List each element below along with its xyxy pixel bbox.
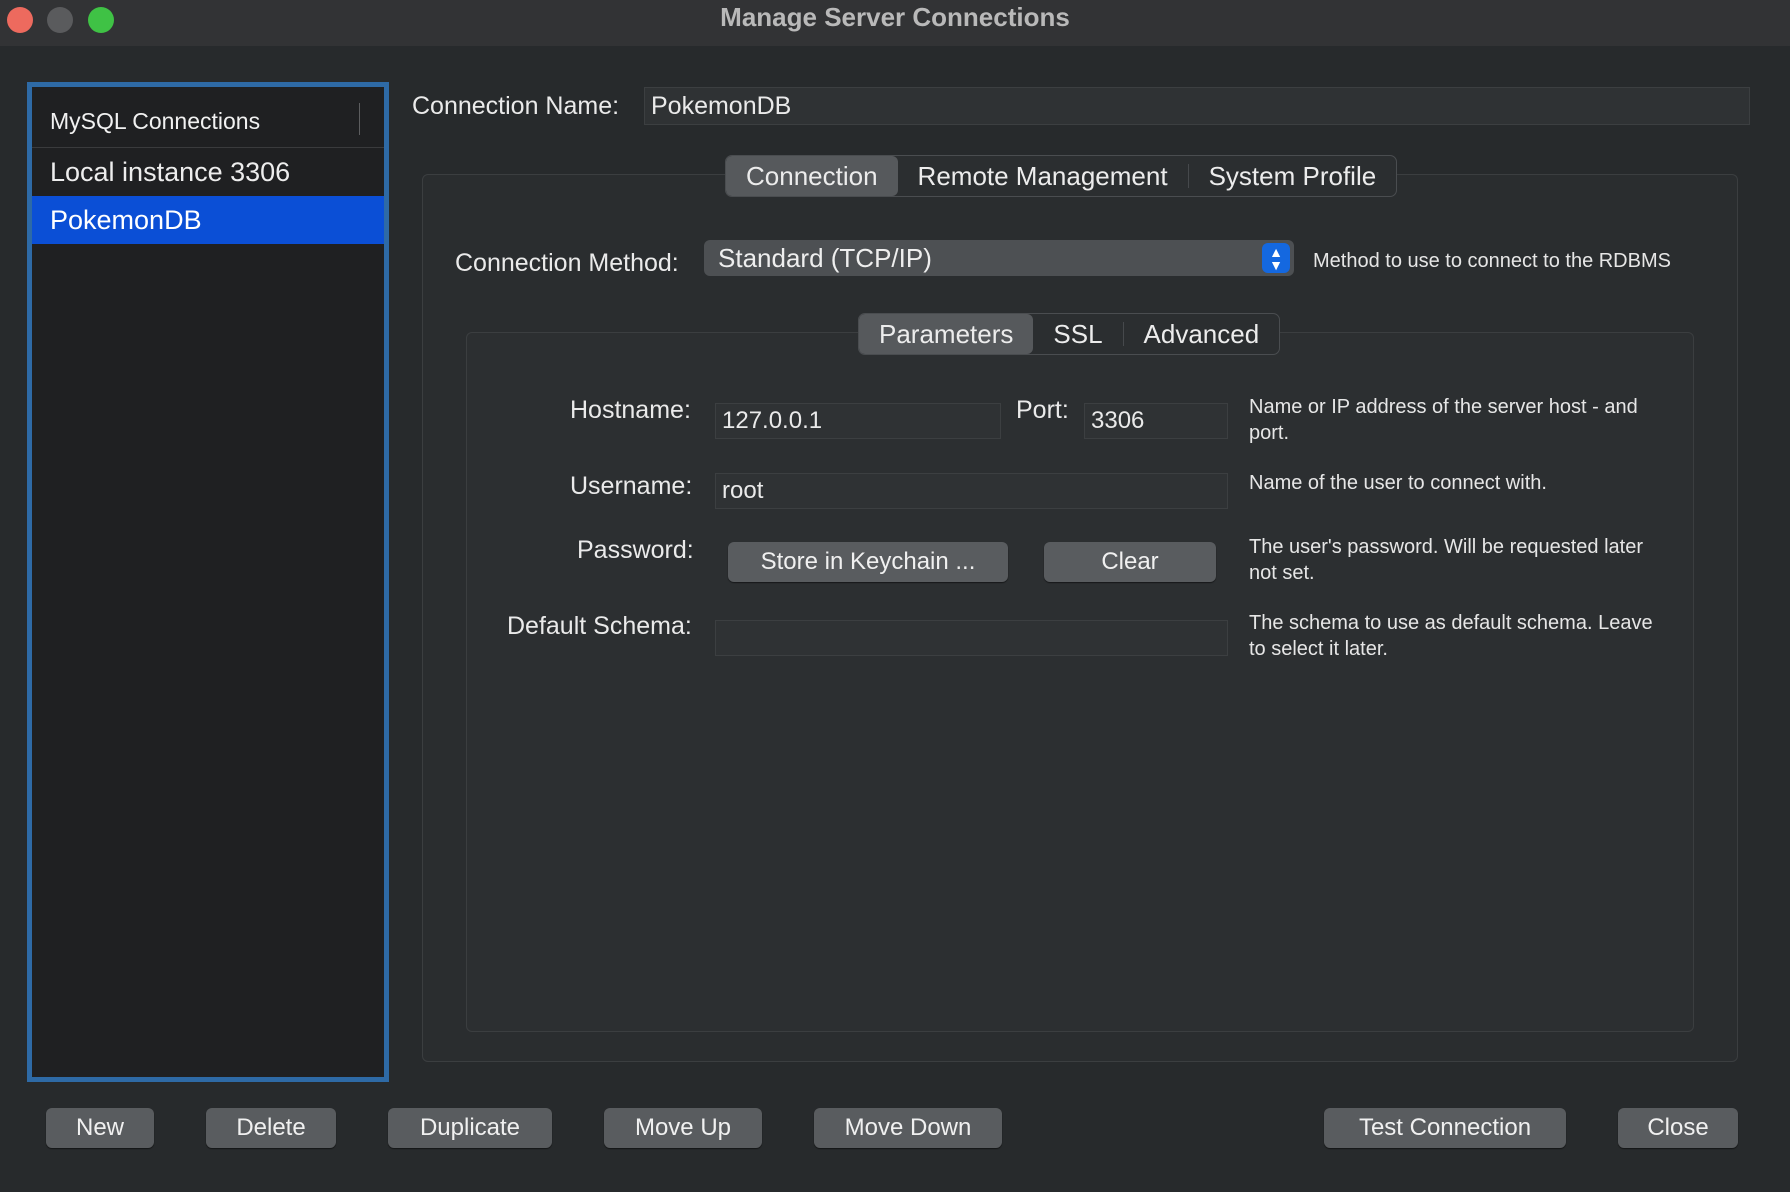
move-up-button[interactable]: Move Up xyxy=(604,1108,762,1148)
password-hint-line2: not set. xyxy=(1249,562,1315,584)
tab-advanced[interactable]: Advanced xyxy=(1124,314,1280,354)
connection-method-value: Standard (TCP/IP) xyxy=(718,243,932,273)
username-label: Username: xyxy=(570,472,693,500)
list-header-label: MySQL Connections xyxy=(50,108,261,134)
dialog-body: MySQL Connections Local instance 3306 Po… xyxy=(0,46,1790,1192)
list-header[interactable]: MySQL Connections xyxy=(32,87,384,148)
default-schema-hint-line1: The schema to use as default schema. Lea… xyxy=(1249,612,1653,634)
chevron-up-down-icon: ▲ ▼ xyxy=(1262,243,1290,273)
sub-tabs: Parameters SSL Advanced xyxy=(858,313,1281,355)
store-in-keychain-button[interactable]: Store in Keychain ... xyxy=(728,542,1008,582)
default-schema-hint-line2: to select it later. xyxy=(1249,638,1388,660)
hostname-hint-line2: port. xyxy=(1249,422,1290,444)
hostname-label: Hostname: xyxy=(570,396,691,424)
password-hint: The user's password. Will be requested l… xyxy=(1249,534,1643,586)
tab-parameters[interactable]: Parameters xyxy=(859,314,1034,354)
main-tabs: Connection Remote Management System Prof… xyxy=(725,155,1398,197)
username-input[interactable] xyxy=(715,473,1228,509)
connection-name-label: Connection Name: xyxy=(412,92,620,120)
tab-connection[interactable]: Connection xyxy=(726,156,898,196)
default-schema-input[interactable] xyxy=(715,620,1228,656)
port-label: Port: xyxy=(1016,396,1069,424)
hostname-hint-line1: Name or IP address of the server host - … xyxy=(1249,396,1638,418)
test-connection-button[interactable]: Test Connection xyxy=(1324,1108,1566,1148)
username-hint: Name of the user to connect with. xyxy=(1249,472,1547,494)
close-button[interactable]: Close xyxy=(1618,1108,1738,1148)
connection-name-input[interactable] xyxy=(644,87,1750,125)
connection-method-hint: Method to use to connect to the RDBMS xyxy=(1313,250,1671,272)
tab-ssl[interactable]: SSL xyxy=(1033,314,1122,354)
password-label: Password: xyxy=(577,536,694,564)
password-hint-line1: The user's password. Will be requested l… xyxy=(1249,536,1643,558)
duplicate-button[interactable]: Duplicate xyxy=(388,1108,552,1148)
connection-method-select[interactable]: Standard (TCP/IP) ▲ ▼ xyxy=(704,240,1294,276)
clear-password-button[interactable]: Clear xyxy=(1044,542,1216,582)
delete-button[interactable]: Delete xyxy=(206,1108,336,1148)
default-schema-label: Default Schema: xyxy=(507,612,692,640)
title-bar: Manage Server Connections xyxy=(0,0,1790,47)
hostname-hint: Name or IP address of the server host - … xyxy=(1249,394,1638,446)
list-item-local-instance[interactable]: Local instance 3306 xyxy=(32,148,384,196)
list-item-pokemondb[interactable]: PokemonDB xyxy=(32,196,384,244)
hostname-input[interactable] xyxy=(715,403,1001,439)
window-title: Manage Server Connections xyxy=(720,2,1070,32)
connections-list[interactable]: MySQL Connections Local instance 3306 Po… xyxy=(27,82,389,1082)
default-schema-hint: The schema to use as default schema. Lea… xyxy=(1249,610,1653,662)
tab-remote-management[interactable]: Remote Management xyxy=(898,156,1188,196)
port-input[interactable] xyxy=(1084,403,1228,439)
tab-system-profile[interactable]: System Profile xyxy=(1189,156,1397,196)
new-button[interactable]: New xyxy=(46,1108,154,1148)
column-separator xyxy=(359,103,360,135)
connection-method-label: Connection Method: xyxy=(455,249,679,277)
move-down-button[interactable]: Move Down xyxy=(814,1108,1002,1148)
